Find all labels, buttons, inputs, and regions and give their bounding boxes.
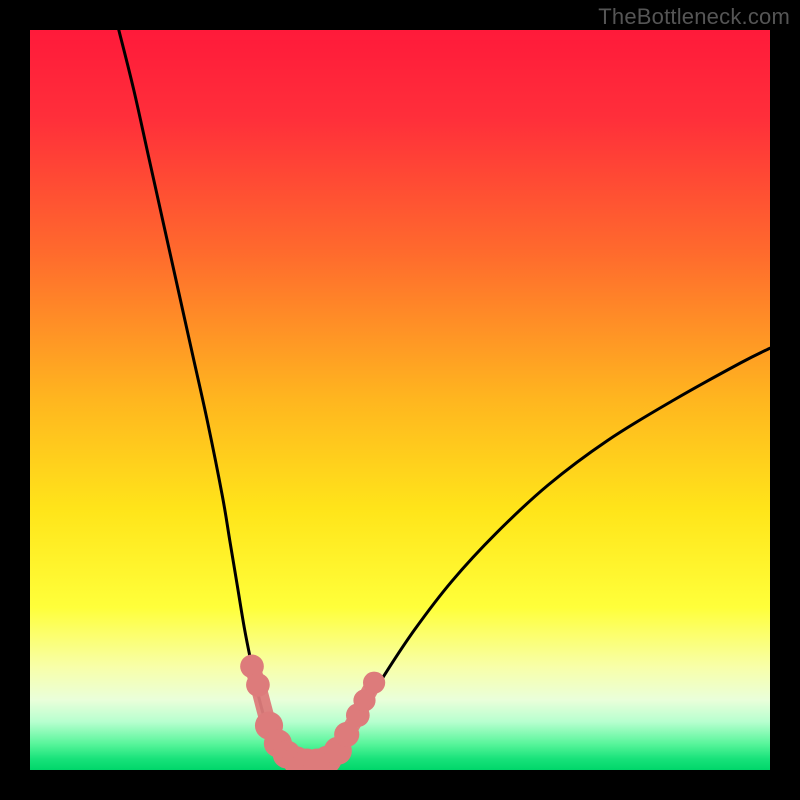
plot-area: [30, 30, 770, 770]
watermark-text: TheBottleneck.com: [598, 4, 790, 30]
bottleneck-curve: [119, 30, 770, 763]
bottleneck-curve-path: [119, 30, 770, 763]
data-markers: [240, 655, 385, 770]
data-marker: [246, 673, 270, 697]
chart-frame: TheBottleneck.com: [0, 0, 800, 800]
data-marker: [363, 672, 385, 694]
curve-layer: [30, 30, 770, 770]
